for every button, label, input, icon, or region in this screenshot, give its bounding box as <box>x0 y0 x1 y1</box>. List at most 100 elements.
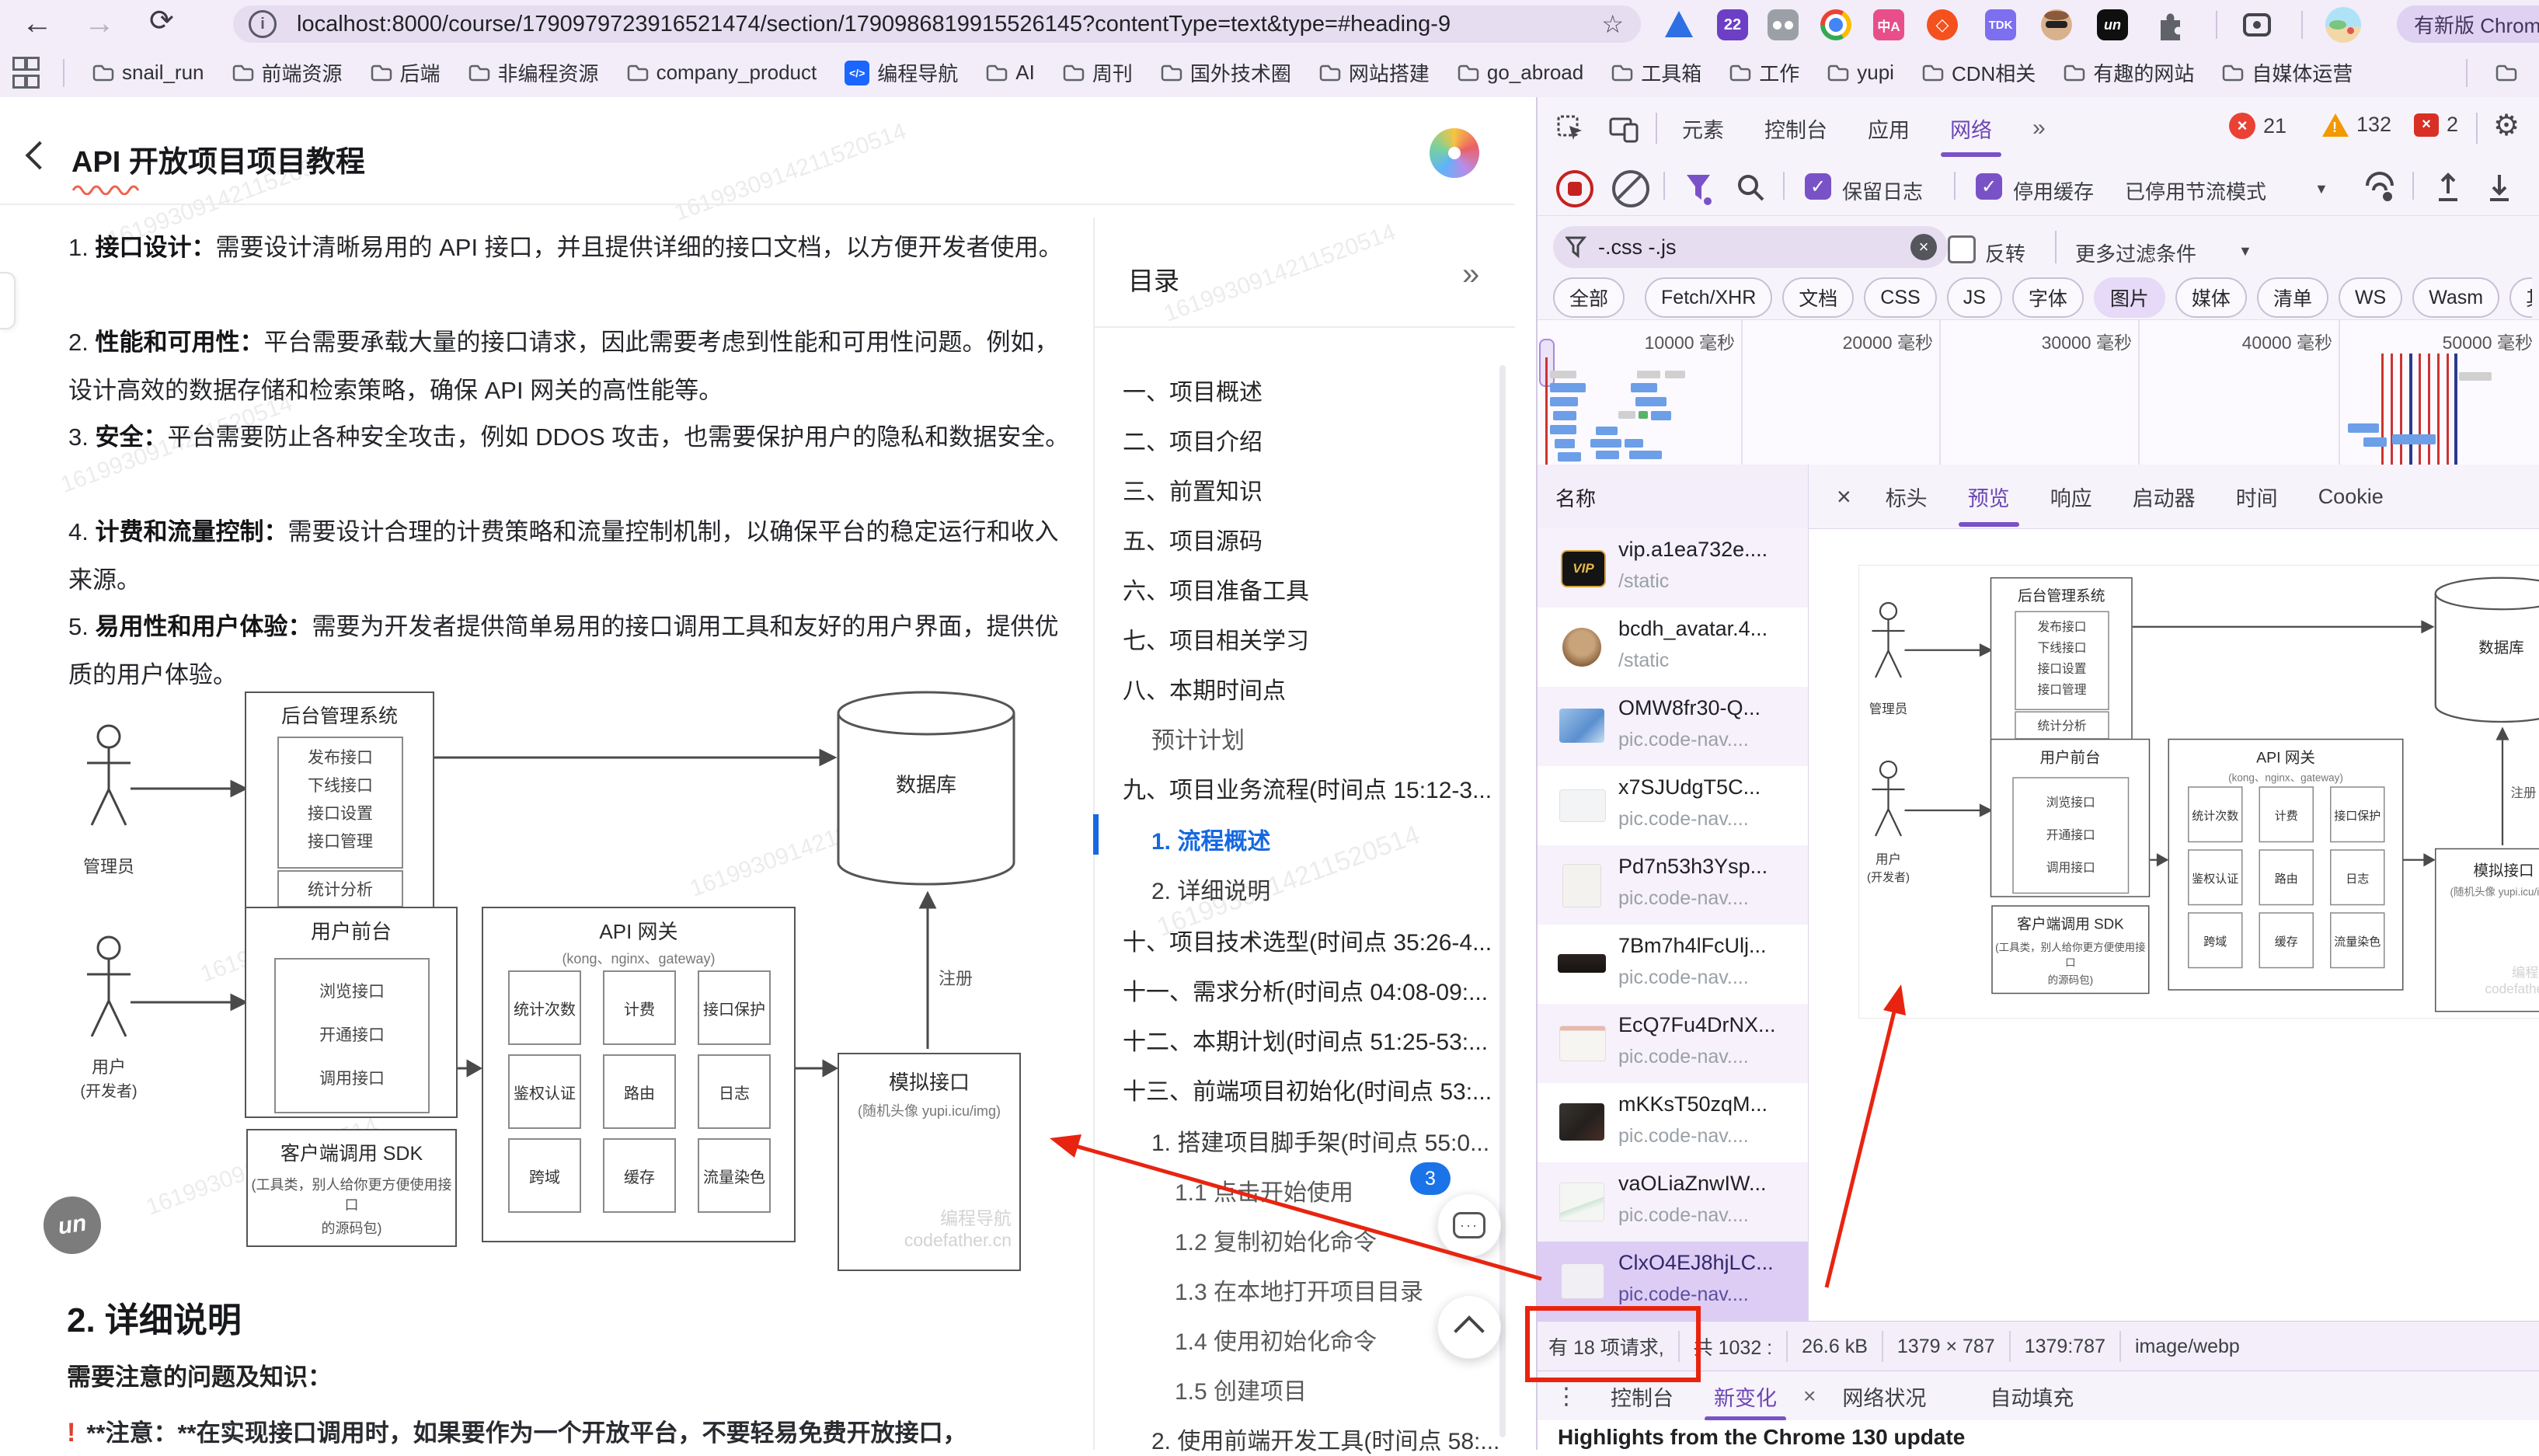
diamond-extension-icon[interactable]: ◇ <box>1927 9 1958 40</box>
chip-img-active[interactable]: 图片 <box>2094 277 2165 318</box>
bookmark-item[interactable]: 有趣的网站 <box>2064 58 2194 87</box>
drawer-tab-network-conditions[interactable]: 网络状况 <box>1822 1371 1946 1421</box>
chip-js[interactable]: JS <box>1947 277 2002 318</box>
bookmark-item[interactable]: yupi <box>1827 61 1894 85</box>
request-row[interactable]: mKKsT50zqM... pic.code-nav.... <box>1538 1083 1808 1162</box>
disable-cache-checkbox[interactable]: ✓ <box>1976 173 2002 200</box>
chip-font[interactable]: 字体 <box>2012 277 2084 318</box>
toc-item[interactable]: 2. 详细说明 <box>1151 872 1270 906</box>
request-row[interactable]: bcdh_avatar.4... /static <box>1538 608 1808 687</box>
request-row[interactable]: vaOLiaZnwIW... pic.code-nav.... <box>1538 1162 1808 1242</box>
reload-icon[interactable]: ⟳ <box>149 6 174 36</box>
bookmark-item[interactable]: CDN相关 <box>1922 58 2036 87</box>
drawer-tab-autofill[interactable]: 自动填充 <box>1970 1371 2094 1421</box>
toc-scrollbar[interactable] <box>1499 365 1506 1437</box>
preserve-log-checkbox[interactable]: ✓ <box>1805 173 1831 200</box>
tab-preview[interactable]: 预览 <box>1948 465 2030 528</box>
toc-item[interactable]: 十一、需求分析(时间点 04:08-09:... <box>1123 973 1488 1007</box>
request-row[interactable]: 7Bm7h4lFcUlj... pic.code-nav.... <box>1538 925 1808 1004</box>
toc-item[interactable]: 三、前置知识 <box>1123 472 1263 507</box>
bookmark-item[interactable]: company_product <box>627 61 817 85</box>
tab-application[interactable]: 应用 <box>1848 98 1930 158</box>
chip-doc[interactable]: 文档 <box>1782 277 1854 318</box>
toc-collapse-icon[interactable]: » <box>1462 257 1479 292</box>
page-back-icon[interactable] <box>26 141 54 170</box>
bookmark-item[interactable]: snail_run <box>92 61 204 85</box>
toc-item[interactable]: 六、项目准备工具 <box>1123 572 1309 606</box>
bookmark-item-codenav[interactable]: </>编程导航 <box>845 58 958 87</box>
import-har-icon[interactable] <box>2433 170 2464 204</box>
request-row[interactable]: x7SJUdgT5C... pic.code-nav.... <box>1538 766 1808 845</box>
extension-gray-icon[interactable] <box>1768 9 1799 40</box>
error-badge[interactable]: × 21 <box>2229 113 2286 139</box>
extension-triangle-icon[interactable] <box>1665 11 1693 37</box>
extensions-puzzle-icon[interactable] <box>2154 9 2185 40</box>
chrome-logo-icon[interactable] <box>1820 9 1851 40</box>
toc-item-active[interactable]: 1. 流程概述 <box>1151 822 1270 856</box>
tab-network[interactable]: 网络 <box>1930 98 2012 158</box>
toc-item[interactable]: 八、本期时间点 <box>1123 671 1286 705</box>
bookmark-item[interactable]: 后端 <box>371 58 441 87</box>
drawer-tab-console[interactable]: 控制台 <box>1590 1371 1694 1421</box>
comments-button[interactable]: ··· <box>1437 1193 1501 1257</box>
chip-css[interactable]: CSS <box>1864 277 1936 318</box>
toc-item[interactable]: 七、项目相关学习 <box>1123 622 1309 656</box>
throttling-select[interactable]: 已停用节流模式 <box>2125 176 2266 205</box>
bookmark-item[interactable]: 周刊 <box>1063 58 1133 87</box>
bookmark-item[interactable]: 工作 <box>1729 58 1799 87</box>
tdk-extension-icon[interactable]: TDK <box>1985 9 2016 40</box>
close-detail-icon[interactable]: × <box>1837 482 1851 511</box>
more-filters-caret-icon[interactable]: ▼ <box>2238 243 2252 260</box>
tab-timing[interactable]: 时间 <box>2216 465 2298 528</box>
toc-item[interactable]: 一、项目概述 <box>1123 373 1263 407</box>
bookmark-star-icon[interactable]: ☆ <box>1601 9 1624 39</box>
more-tabs-icon[interactable]: » <box>2012 98 2066 158</box>
bookmark-item[interactable]: 非编程资源 <box>468 58 599 87</box>
tab-console[interactable]: 控制台 <box>1744 98 1848 158</box>
bookmark-item[interactable]: 工具箱 <box>1611 58 1701 87</box>
profile-avatar[interactable] <box>2325 7 2361 43</box>
chip-all[interactable]: 全部 <box>1553 277 1625 318</box>
chip-wasm[interactable]: Wasm <box>2412 277 2499 318</box>
request-list-header[interactable]: 名称 <box>1538 465 1809 529</box>
screenshot-icon[interactable] <box>2241 9 2273 40</box>
dropdown-caret-icon[interactable]: ▼ <box>2314 181 2328 197</box>
chrome-update-button[interactable]: 有新版 Chrome <box>2397 5 2539 43</box>
url-bar[interactable]: i localhost:8000/course/1790979723916521… <box>233 5 1641 43</box>
bookmark-item[interactable]: 前端资源 <box>232 58 343 87</box>
toc-item[interactable]: 十、项目技术选型(时间点 35:26-4... <box>1123 923 1492 957</box>
toc-item[interactable]: 1.4 使用初始化命令 <box>1175 1322 1377 1357</box>
issues-badge[interactable]: × 2 <box>2414 113 2458 137</box>
toc-item[interactable]: 1.2 复制初始化命令 <box>1175 1223 1377 1257</box>
bookmark-item[interactable]: 自媒体运营 <box>2222 58 2353 87</box>
chip-other[interactable]: 其他 <box>2509 277 2532 318</box>
request-row-selected[interactable]: ClxO4EJ8hjLC... pic.code-nav.... <box>1538 1242 1808 1321</box>
toc-item[interactable]: 1.3 在本地打开项目目录 <box>1175 1273 1423 1307</box>
tab-cookies[interactable]: Cookie <box>2298 465 2404 528</box>
search-icon[interactable] <box>1735 172 1766 203</box>
record-stop-icon[interactable] <box>1556 170 1593 207</box>
bookmark-item[interactable]: AI <box>986 61 1035 85</box>
chip-ws[interactable]: WS <box>2339 277 2402 318</box>
site-logo[interactable] <box>1430 128 1479 178</box>
avatar-extension-icon[interactable] <box>2041 9 2072 40</box>
chip-manifest[interactable]: 清单 <box>2257 277 2328 318</box>
inspect-element-icon[interactable] <box>1556 114 1584 142</box>
bookmark-item-overflow[interactable] <box>2495 64 2517 82</box>
site-info-icon[interactable]: i <box>249 10 277 38</box>
tab-headers[interactable]: 标头 <box>1865 465 1948 528</box>
warning-badge[interactable]: ! 132 <box>2322 113 2391 137</box>
collapsed-panel-handle[interactable] <box>0 272 16 329</box>
close-whatsnew-icon[interactable]: × <box>1803 1384 1816 1409</box>
tab-elements[interactable]: 元素 <box>1662 98 1744 158</box>
settings-gear-icon[interactable]: ⚙ <box>2493 108 2520 143</box>
chip-fetch-xhr[interactable]: Fetch/XHR <box>1645 277 1772 318</box>
toc-item[interactable]: 2. 使用前端开发工具(时间点 58:... <box>1151 1422 1499 1456</box>
toc-item[interactable]: 1.5 创建项目 <box>1175 1372 1307 1406</box>
filter-input[interactable]: -.css -.js × <box>1553 226 1948 268</box>
toc-item[interactable]: 九、项目业务流程(时间点 15:12-3... <box>1123 771 1492 805</box>
request-row[interactable]: VIP vip.a1ea732e.... /static <box>1538 528 1808 608</box>
more-filters-dropdown[interactable]: 更多过滤条件 <box>2075 239 2196 267</box>
network-overview-timeline[interactable]: 10000 毫秒 20000 毫秒 30000 毫秒 40000 毫秒 5000… <box>1538 319 2539 466</box>
toc-item[interactable]: 十三、前端项目初始化(时间点 53:... <box>1123 1072 1492 1106</box>
